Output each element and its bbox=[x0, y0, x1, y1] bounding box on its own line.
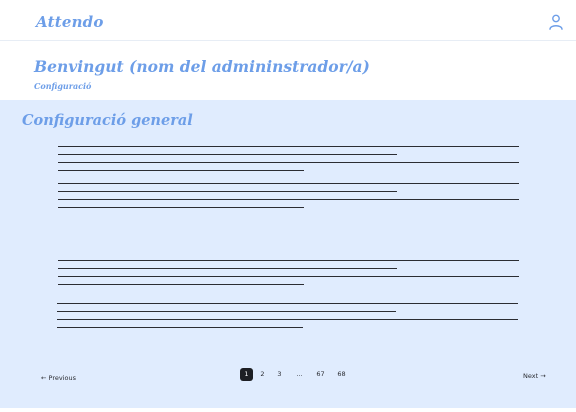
top-header: Attendo bbox=[0, 0, 576, 41]
text-line bbox=[58, 162, 519, 163]
app-brand[interactable]: Attendo bbox=[36, 13, 104, 31]
text-line bbox=[57, 311, 396, 312]
breadcrumb[interactable]: Configuració bbox=[34, 81, 91, 91]
text-line bbox=[57, 303, 518, 304]
section-title: Configuració general bbox=[22, 112, 193, 129]
text-line bbox=[57, 327, 303, 328]
text-line bbox=[58, 170, 304, 171]
page-title: Benvingut (nom del admininstrador/a) bbox=[34, 57, 370, 76]
text-line bbox=[58, 260, 519, 261]
next-button[interactable]: Next → bbox=[523, 372, 546, 380]
text-line bbox=[58, 276, 519, 277]
page-button-1[interactable]: 1 bbox=[240, 368, 253, 381]
text-line bbox=[58, 268, 397, 269]
text-line bbox=[57, 319, 518, 320]
page-button-68[interactable]: 68 bbox=[335, 368, 348, 381]
text-line bbox=[58, 154, 397, 155]
text-line bbox=[58, 199, 519, 200]
text-line bbox=[58, 191, 397, 192]
page-button-3[interactable]: 3 bbox=[273, 368, 286, 381]
page-ellipsis: ... bbox=[296, 370, 303, 378]
settings-panel: Configuració general ← Previous 1 2 3 ..… bbox=[0, 100, 576, 408]
text-line bbox=[58, 284, 304, 285]
previous-button[interactable]: ← Previous bbox=[41, 374, 76, 382]
text-line bbox=[58, 183, 519, 184]
page-button-67[interactable]: 67 bbox=[314, 368, 327, 381]
page-button-2[interactable]: 2 bbox=[256, 368, 269, 381]
text-line bbox=[58, 146, 519, 147]
text-line bbox=[58, 207, 304, 208]
user-icon[interactable] bbox=[549, 14, 563, 30]
